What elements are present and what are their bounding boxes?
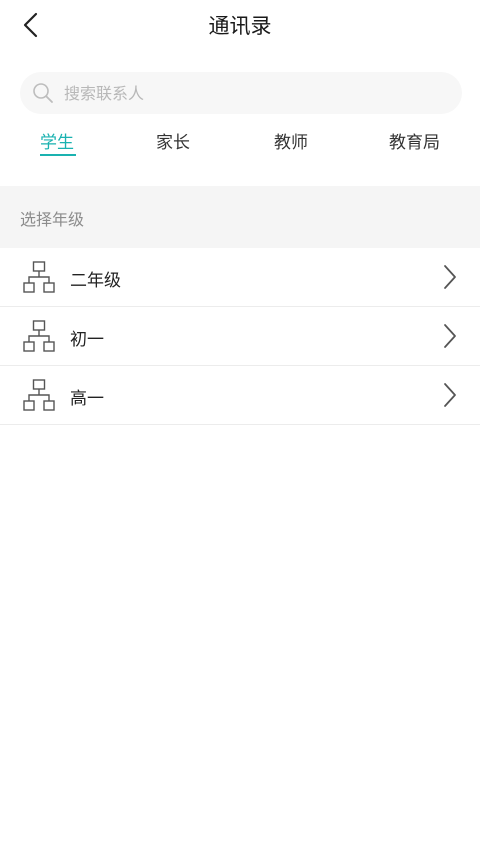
header: 通讯录	[0, 0, 480, 50]
grade-list: 二年级 初一 高一	[0, 248, 480, 425]
tab-students[interactable]: 学生	[40, 128, 74, 153]
active-tab-indicator	[40, 154, 76, 156]
org-chart-icon	[23, 320, 55, 352]
tab-teachers[interactable]: 教师	[274, 128, 308, 153]
list-item-grade[interactable]: 初一	[0, 307, 480, 366]
search-input[interactable]	[62, 72, 446, 114]
grade-label: 初一	[70, 330, 104, 350]
grade-label: 二年级	[70, 271, 121, 291]
list-item-grade[interactable]: 高一	[0, 366, 480, 425]
grade-label: 高一	[70, 389, 104, 409]
tab-education-bureau[interactable]: 教育局	[389, 128, 440, 153]
org-chart-icon	[23, 379, 55, 411]
contacts-page: 通讯录 学生 家长 教师 教育局 选择年级 二年级	[0, 0, 480, 854]
page-title: 通讯录	[208, 14, 272, 38]
tab-parents[interactable]: 家长	[156, 128, 190, 153]
section-header: 选择年级	[0, 186, 480, 248]
list-item-grade[interactable]: 二年级	[0, 248, 480, 307]
chevron-right-icon	[444, 324, 456, 348]
chevron-right-icon	[444, 265, 456, 289]
section-label: 选择年级	[20, 210, 85, 229]
search-icon	[32, 82, 54, 104]
org-chart-icon	[23, 261, 55, 293]
chevron-right-icon	[444, 383, 456, 407]
search-bar[interactable]	[20, 72, 462, 114]
role-tabs: 学生 家长 教师 教育局	[0, 128, 480, 162]
